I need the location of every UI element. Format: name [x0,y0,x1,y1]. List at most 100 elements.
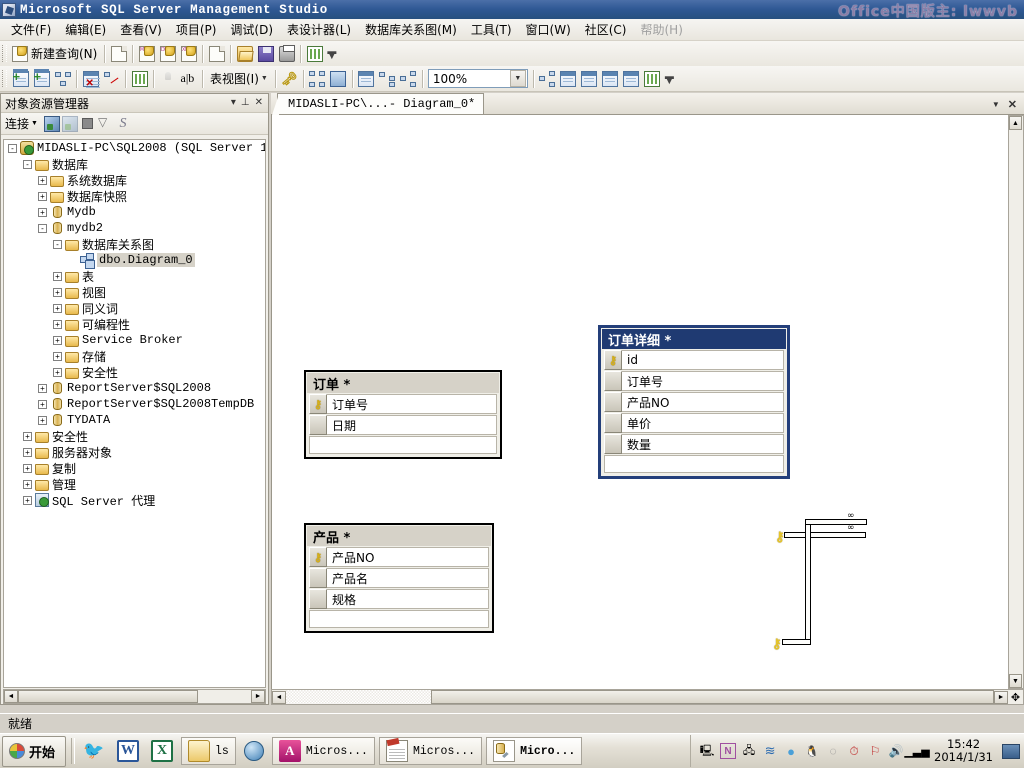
canvas-hscrollbar[interactable]: ◄ ► ✥ [271,689,1024,705]
tree-node[interactable]: dbo.Diagram_0 [4,252,265,268]
alarm-icon[interactable]: ⏱ [846,743,862,759]
open-file-button[interactable] [234,43,255,64]
diagram-table[interactable]: 产品 * ⚷ 产品NO 产品名 规格 [304,523,494,633]
minimize-icon[interactable]: ▾ [231,98,236,108]
menu-debug[interactable]: 调试(D) [223,19,280,40]
scroll-down-arrow[interactable]: ▼ [1009,674,1022,688]
primary-key-cell[interactable]: ⚷ [309,394,327,414]
manage-indexes-button[interactable] [328,68,349,89]
menu-edit[interactable]: 编辑(E) [58,19,113,40]
toolbar-grip[interactable] [2,70,7,87]
tree-node[interactable]: + 同义词 [4,300,265,316]
diagram-table[interactable]: 订单详细 * ⚷ id 订单号 产品NO 单价 数量 [598,325,790,479]
new-file-button[interactable] [108,43,129,64]
tree-node[interactable]: + SQL Server 代理 [4,492,265,509]
collapse-expander-icon[interactable]: - [23,159,32,169]
diagram-table-row[interactable]: 产品名 [309,568,489,588]
diagram-table-header[interactable]: 订单详细 * [602,329,786,349]
object-explorer-hscrollbar[interactable]: ◄ ► [3,689,266,704]
stop-icon[interactable] [81,118,93,129]
column-name-cell[interactable]: 单价 [622,413,784,433]
scroll-right-arrow[interactable]: ► [251,690,265,703]
tree-node[interactable]: + 数据库快照 [4,188,265,204]
scroll-thumb[interactable] [431,690,994,704]
column-name-cell[interactable]: 规格 [327,589,489,609]
expand-expander-icon[interactable]: + [23,495,32,505]
autosize-selected-button[interactable] [398,68,419,89]
expand-expander-icon[interactable]: + [53,367,62,377]
relationships-button[interactable] [307,68,328,89]
column-name-cell[interactable]: 产品NO [622,392,784,412]
flag-error-icon[interactable]: ⚐ [867,743,883,759]
menu-tools[interactable]: 工具(T) [464,19,519,40]
menu-community[interactable]: 社区(C) [578,19,634,40]
show-desktop-button[interactable] [1002,743,1020,759]
diagram-table-row[interactable]: ⚷ 订单号 [309,394,497,414]
zoom-combobox[interactable]: 100% ▼ [427,69,528,88]
menu-help[interactable]: 帮助(H) [634,19,690,40]
expand-expander-icon[interactable]: + [53,319,62,329]
expand-expander-icon[interactable]: + [38,207,47,217]
tree-node[interactable]: - MIDASLI-PC\SQL2008 (SQL Server 10.50. [4,140,265,156]
chevron-down-icon[interactable]: ▼ [31,120,38,127]
scroll-right-arrow[interactable]: ► [994,690,1008,704]
taskbar-item-notepad[interactable]: Micros... [378,737,483,765]
column-name-cell[interactable]: 订单号 [622,371,784,391]
taskbar-item-ls[interactable]: ls [181,737,236,765]
row-selector-cell[interactable] [309,568,327,588]
fulltext-index-button[interactable] [600,68,621,89]
tree-node[interactable]: - 数据库关系图 [4,236,265,252]
bubble-icon[interactable]: ● [783,743,799,759]
page-breaks-button[interactable] [558,68,579,89]
diagram-canvas[interactable]: ⚷ ∞ ⚷ ∞ 订单 * ⚷ 订单号 日期 订单详细 * ⚷ id 订单号 产品NO 单价 数量 产品… [271,115,1008,689]
expand-expander-icon[interactable]: + [53,303,62,313]
expand-expander-icon[interactable]: + [38,175,47,185]
auto-hide-pin-icon[interactable]: ⊥ [241,98,250,108]
diagram-table-empty-row[interactable] [309,610,489,628]
remove-relationship-button[interactable] [101,68,122,89]
tree-node[interactable]: + 视图 [4,284,265,300]
tree-node[interactable]: - mydb2 [4,220,265,236]
diagram-table-row[interactable]: 订单号 [604,371,784,391]
tree-node[interactable]: + 可编程性 [4,316,265,332]
start-button[interactable]: 开始 [2,735,67,767]
menu-window[interactable]: 窗口(W) [519,19,578,40]
analysis-grid-button[interactable] [304,43,325,64]
scroll-thumb[interactable] [18,690,198,703]
connect-label[interactable]: 连接 [5,115,29,132]
tree-node[interactable]: + 安全性 [4,364,265,380]
scroll-track[interactable] [286,690,431,704]
diagram-table-empty-row[interactable] [309,436,497,454]
expand-expander-icon[interactable]: + [38,399,47,409]
properties-pages-button[interactable] [157,68,178,89]
tree-node[interactable]: + Mydb [4,204,265,220]
disconnect-icon[interactable] [61,115,78,132]
tab-diagram-0[interactable]: MIDASLI-PC\...- Diagram_0* [271,93,485,115]
connect-icon[interactable] [43,115,60,132]
tab-list-chevron-icon[interactable]: ▼ [992,100,1000,109]
diagram-table-row[interactable]: 规格 [309,589,489,609]
sync-circle-icon[interactable]: ◌ [825,743,841,759]
new-query-button[interactable]: 新建查询(N) [10,43,101,64]
delete-table-button[interactable] [80,68,101,89]
quicklaunch-bird-messenger[interactable]: 🐦 [79,737,109,765]
taskbar-item-access[interactable]: A Micros... [271,737,375,765]
onenote-icon[interactable]: N [720,743,737,759]
menu-database-diagram[interactable]: 数据库关系图(M) [358,19,464,40]
expand-expander-icon[interactable]: + [53,335,62,345]
expand-expander-icon[interactable]: + [53,351,62,361]
diagram-table-row[interactable]: 单价 [604,413,784,433]
qq-penguin-icon[interactable]: 🐧 [804,743,820,759]
tree-node[interactable]: + Service Broker [4,332,265,348]
save-button[interactable] [255,43,276,64]
primary-key-button[interactable]: 🗝 [279,68,300,89]
diagram-table-header[interactable]: 产品 * [307,526,491,546]
column-name-cell[interactable]: id [622,350,784,370]
diagram-table-row[interactable]: ⚷ id [604,350,784,370]
show-relationship-labels-button[interactable] [537,68,558,89]
row-selector-cell[interactable] [604,434,622,454]
canvas-vscrollbar[interactable]: ▲ ▼ [1008,115,1024,689]
volume-icon[interactable]: 🔊 [888,743,904,759]
expand-expander-icon[interactable]: + [38,415,47,425]
diagram-table-header[interactable]: 订单 * [307,373,499,393]
